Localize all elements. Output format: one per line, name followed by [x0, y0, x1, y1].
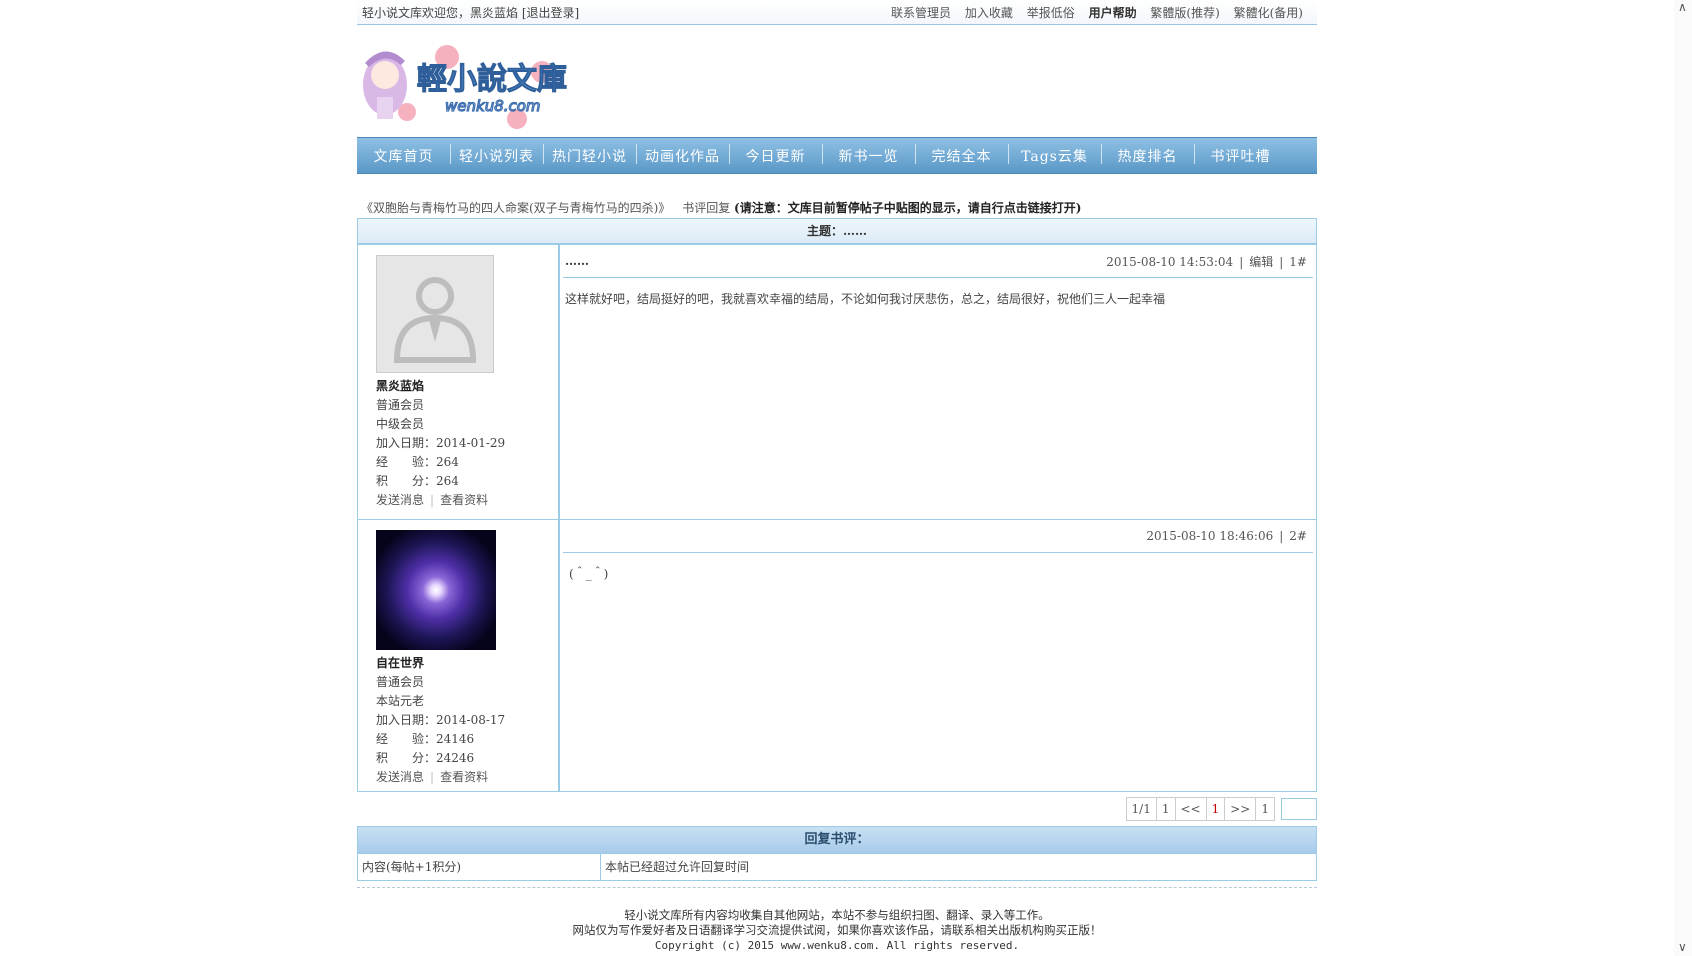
nav-today-updates[interactable]: 今日更新 [729, 143, 822, 166]
user-help-link[interactable]: 用户帮助 [1089, 6, 1137, 20]
top-links: 联系管理员 加入收藏 举报低俗 用户帮助 繁體版(推荐) 繁體化(备用) [881, 4, 1317, 21]
default-avatar-icon [377, 256, 493, 372]
current-page: 1 [1205, 797, 1226, 821]
user-exp: 经 验：264 [376, 455, 459, 469]
reply-closed-notice: 本帖已经超过允许回复时间 [605, 860, 750, 874]
user-join-date: 加入日期：2014-01-29 [376, 436, 506, 450]
send-message-link[interactable]: 发送消息 [376, 770, 424, 784]
first-page-link[interactable]: 1 [1155, 797, 1176, 821]
nav-new-books[interactable]: 新书一览 [822, 143, 915, 166]
book-title-link[interactable]: 《双胞胎与青梅竹马的四人命案(双子与青梅竹马的四杀)》 [361, 201, 670, 215]
nav-home[interactable]: 文库首页 [357, 146, 450, 166]
user-points: 积 分：264 [376, 474, 459, 488]
user-level: 中级会员 [376, 417, 425, 431]
user-group: 普通会员 [376, 675, 425, 689]
avatar[interactable] [376, 255, 494, 373]
report-link[interactable]: 举报低俗 [1027, 6, 1075, 20]
page-container: 轻小说文库欢迎您，黑炎蓝焰 [退出登录] 联系管理员 加入收藏 举报低俗 用户帮… [357, 0, 1317, 953]
reply-content-label: 内容(每帖+1积分) [358, 854, 601, 880]
page-summary: 1/1 [1125, 797, 1157, 821]
edit-link[interactable]: 编辑 [1249, 255, 1273, 269]
welcome-text[interactable]: 轻小说文库欢迎您，黑炎蓝焰 [退出登录] [357, 4, 579, 21]
post-row: 自在世界 普通会员 本站元老 加入日期：2014-08-17 经 验：24146… [357, 519, 1317, 792]
post-time: 2015-08-10 14:53:04 [1106, 254, 1234, 269]
post-meta: 2015-08-10 18:46:06 | 2# [1146, 529, 1307, 543]
post-body: 2015-08-10 18:46:06 | 2# (＾_＾) [559, 519, 1317, 792]
post-content: 这样就好吧，结局挺好的吧，我就喜欢幸福的结局，不论如何我讨厌悲伤，总之，结局很好… [565, 292, 1166, 306]
traditional-backup-link[interactable]: 繁體化(备用) [1234, 6, 1303, 20]
post-meta: 2015-08-10 14:53:04 | 编辑 | 1# [1106, 254, 1307, 269]
traditional-recommended-link[interactable]: 繁體版(推荐) [1150, 6, 1219, 20]
divider [357, 887, 1317, 888]
post-header: …… 2015-08-10 14:53:04 | 编辑 | 1# [563, 245, 1313, 278]
logo-text: 輕小說文庫 [417, 62, 567, 97]
next-page-link[interactable]: >> [1224, 797, 1257, 821]
image-notice: (请注意：文库目前暂停帖子中贴图的显示，请自行点击链接打开) [734, 201, 1082, 215]
thread-subject: 主题：…… [357, 218, 1317, 244]
post-author-panel: 自在世界 普通会员 本站元老 加入日期：2014-08-17 经 验：24146… [357, 519, 560, 792]
contact-admin-link[interactable]: 联系管理员 [891, 6, 951, 20]
send-message-link[interactable]: 发送消息 [376, 493, 424, 507]
pagination: 1/1 1 << 1 >> 1 [357, 794, 1317, 824]
username[interactable]: 黑炎蓝焰 [376, 377, 558, 396]
reply-row: 内容(每帖+1积分) 本帖已经超过允许回复时间 [357, 854, 1317, 881]
user-group: 普通会员 [376, 398, 425, 412]
nav-completed[interactable]: 完结全本 [915, 143, 1008, 166]
nav-novel-list[interactable]: 轻小说列表 [450, 143, 543, 166]
nav-ranking[interactable]: 热度排名 [1101, 143, 1194, 166]
main-nav: 文库首页 轻小说列表 热门轻小说 动画化作品 今日更新 新书一览 完结全本 Ta… [357, 137, 1317, 174]
vertical-scrollbar[interactable]: ∧ ∨ [1674, 0, 1692, 956]
footer-disclaimer-1: 轻小说文库所有内容均收集自其他网站，本站不参与组织扫图、翻译、录入等工作。 [624, 908, 1050, 922]
nav-reviews[interactable]: 书评吐槽 [1194, 143, 1287, 166]
post-body: …… 2015-08-10 14:53:04 | 编辑 | 1# 这样就好吧，结局挺好的… [559, 244, 1317, 520]
floor-number: 1# [1289, 254, 1307, 269]
site-logo[interactable]: 輕小說文庫 wenku8.com [357, 37, 568, 129]
breadcrumb: 《双胞胎与青梅竹马的四人命案(双子与青梅竹马的四杀)》 书评回复 (请注意：文库… [357, 198, 1317, 218]
scroll-down-icon[interactable]: ∨ [1678, 940, 1687, 954]
footer-copyright: Copyright (c) 2015 www.wenku8.com. All r… [654, 939, 1020, 952]
view-profile-link[interactable]: 查看资料 [440, 493, 488, 507]
nav-anime[interactable]: 动画化作品 [636, 143, 729, 166]
reply-section-title: 回复书评： [357, 826, 1317, 854]
nav-hot-novels[interactable]: 热门轻小说 [543, 143, 636, 166]
post-title: …… [565, 254, 589, 268]
username[interactable]: 自在世界 [376, 654, 558, 673]
site-logo-area: 輕小說文庫 wenku8.com [357, 25, 1317, 135]
post-row: 黑炎蓝焰 普通会员 中级会员 加入日期：2014-01-29 经 验：264 积… [357, 244, 1317, 520]
user-points: 积 分：24246 [376, 751, 475, 765]
svg-text:wenku8.com: wenku8.com [445, 97, 541, 115]
user-actions: 发送消息 | 查看资料 [376, 493, 489, 507]
avatar[interactable] [376, 530, 496, 650]
user-exp: 经 验：24146 [376, 732, 475, 746]
logo-image: 輕小說文庫 wenku8.com [363, 45, 568, 129]
add-favorite-link[interactable]: 加入收藏 [965, 6, 1013, 20]
post-header: 2015-08-10 18:46:06 | 2# [563, 520, 1313, 553]
footer: 轻小说文库所有内容均收集自其他网站，本站不参与组织扫图、翻译、录入等工作。 网站… [357, 908, 1317, 953]
post-time: 2015-08-10 18:46:06 [1146, 529, 1274, 543]
section-label: 书评回复 [682, 201, 731, 215]
floor-number: 2# [1289, 529, 1307, 543]
posts-table: 黑炎蓝焰 普通会员 中级会员 加入日期：2014-01-29 经 验：264 积… [357, 244, 1317, 792]
scroll-up-icon[interactable]: ∧ [1678, 0, 1687, 14]
user-level: 本站元老 [376, 694, 425, 708]
last-page-link[interactable]: 1 [1255, 797, 1275, 821]
user-actions: 发送消息 | 查看资料 [376, 770, 489, 784]
top-bar: 轻小说文库欢迎您，黑炎蓝焰 [退出登录] 联系管理员 加入收藏 举报低俗 用户帮… [357, 0, 1317, 25]
post-content: (＾_＾) [569, 567, 609, 581]
prev-page-link[interactable]: << [1174, 797, 1207, 821]
page-jump-input[interactable] [1281, 798, 1317, 820]
footer-disclaimer-2: 网站仅为写作爱好者及日语翻译学习交流提供试阅，如果你喜欢该作品，请联系相关出版机… [572, 923, 1102, 937]
nav-tags[interactable]: Tags云集 [1008, 143, 1101, 166]
user-join-date: 加入日期：2014-08-17 [376, 713, 506, 727]
post-author-panel: 黑炎蓝焰 普通会员 中级会员 加入日期：2014-01-29 经 验：264 积… [357, 244, 560, 520]
view-profile-link[interactable]: 查看资料 [440, 770, 488, 784]
